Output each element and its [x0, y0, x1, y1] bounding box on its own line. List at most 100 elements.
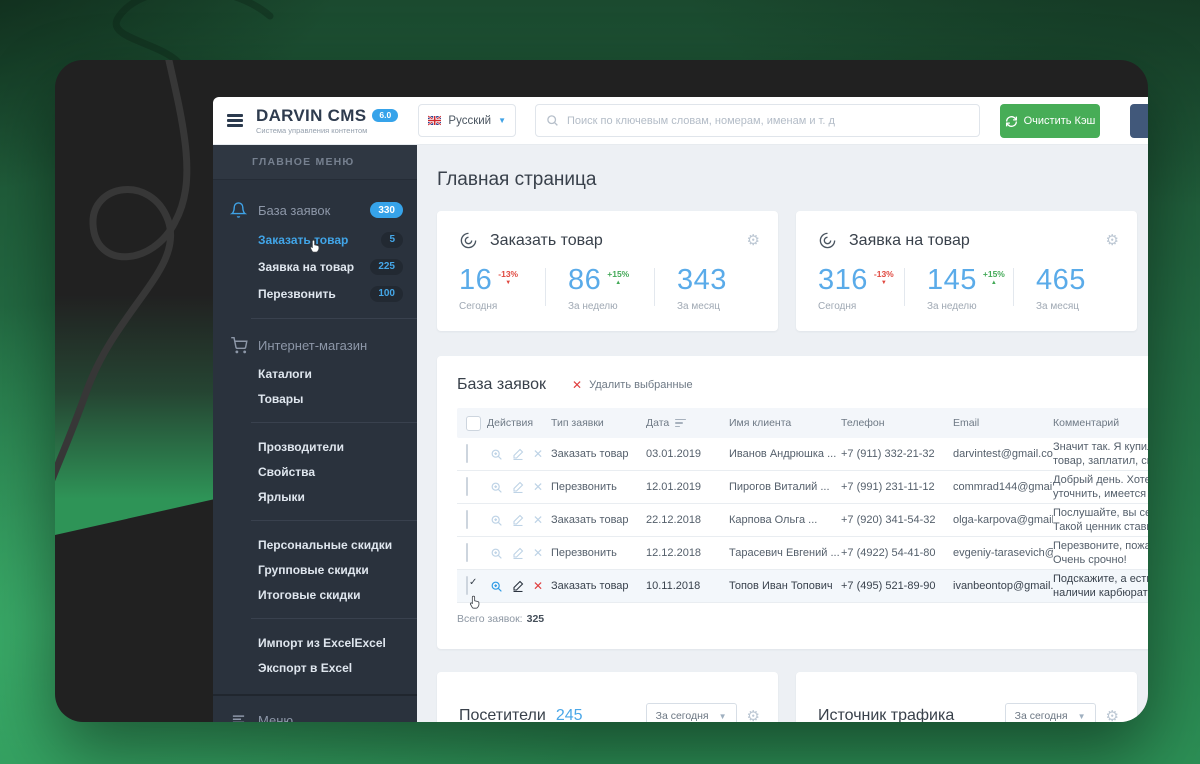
sidebar-item-requests-db[interactable]: База заявок 330	[213, 194, 417, 226]
table-row[interactable]: ✕ Перезвонить 12.12.2018 Тарасевич Евген…	[457, 537, 1148, 570]
row-checkbox[interactable]	[466, 477, 468, 496]
count-badge: 330	[370, 202, 403, 218]
stat-card-product-request: Заявка на товар ⚙ 316 -13%▼ Сегодня	[796, 211, 1137, 331]
sidebar-item-call-back[interactable]: Перезвонить 100	[213, 280, 417, 307]
delete-button[interactable]: ✕	[533, 514, 543, 526]
delta-down: -13%▼	[498, 269, 518, 286]
sidebar-item-total-discounts[interactable]: Итоговые скидки	[213, 582, 417, 607]
sidebar-item-properties[interactable]: Свойства	[213, 459, 417, 484]
search-icon	[546, 114, 559, 127]
arrow-down-icon: ▼	[881, 280, 887, 286]
requests-table-card: База заявок ✕ Удалить выбранные Действия…	[437, 356, 1148, 649]
logo-subtitle: Система управления контентом	[256, 127, 398, 135]
row-actions: ✕	[490, 547, 551, 560]
view-button[interactable]	[490, 547, 503, 560]
gear-icon[interactable]: ⚙	[747, 709, 760, 723]
stat-value: 86	[568, 266, 601, 295]
row-checkbox[interactable]	[466, 510, 468, 529]
view-button[interactable]	[490, 448, 503, 461]
view-button[interactable]	[490, 580, 503, 593]
sidebar-item-import-excel[interactable]: Импорт из ExcelExcel	[213, 630, 417, 655]
sidebar-item-group-discounts[interactable]: Групповые скидки	[213, 557, 417, 582]
delta-up: +15%▲	[607, 269, 629, 286]
sidebar-nav: База заявок 330 Заказать товар 5 Заявка …	[213, 180, 417, 722]
stat-label: Сегодня	[818, 301, 896, 312]
partial-header-button[interactable]	[1130, 104, 1148, 138]
row-actions: ✕	[490, 481, 551, 494]
sidebar-item-order-product[interactable]: Заказать товар 5	[213, 226, 417, 253]
edit-button[interactable]	[512, 547, 524, 559]
sidebar-item-menu[interactable]: Меню	[213, 706, 417, 722]
stat-label: За месяц	[677, 301, 755, 312]
stat-value: 145	[927, 266, 977, 295]
table-row-selected[interactable]: ✕ Заказать товар 10.11.2018 Топов Иван Т…	[457, 570, 1148, 603]
language-label: Русский	[448, 115, 491, 127]
delete-button[interactable]: ✕	[533, 547, 543, 559]
view-button[interactable]	[490, 481, 503, 494]
total-count: 325	[527, 613, 545, 625]
period-select[interactable]: За сегодня ▼	[646, 703, 737, 722]
sidebar-item-export-excel[interactable]: Экспорт в Excel	[213, 655, 417, 680]
edit-button[interactable]	[512, 514, 524, 526]
period-select[interactable]: За сегодня ▼	[1005, 703, 1096, 722]
delete-button[interactable]: ✕	[533, 481, 543, 493]
sidebar-item-online-shop[interactable]: Интернет-магазин	[213, 330, 417, 361]
sidebar-item-products[interactable]: Товары	[213, 386, 417, 411]
sidebar-item-personal-discounts[interactable]: Персональные скидки	[213, 532, 417, 557]
divider	[251, 618, 417, 619]
gear-icon[interactable]: ⚙	[1106, 233, 1119, 248]
menu-toggle-button[interactable]	[227, 112, 243, 130]
logo: DARVIN CMS 6.0 Система управления контен…	[256, 107, 398, 135]
search-input[interactable]	[567, 115, 969, 127]
page-title: Главная страница	[437, 169, 1148, 191]
sidebar-item-catalogs[interactable]: Каталоги	[213, 361, 417, 386]
chevron-down-icon: ▼	[719, 712, 727, 721]
row-actions: ✕	[490, 448, 551, 461]
delete-x-icon: ✕	[572, 378, 582, 392]
stat-value: 343	[677, 266, 727, 295]
delete-selected-button[interactable]: ✕ Удалить выбранные	[572, 378, 693, 392]
sort-icon[interactable]	[675, 419, 686, 428]
sidebar-item-label: Меню	[258, 713, 293, 722]
arrow-up-icon: ▲	[615, 280, 621, 286]
cms-application: DARVIN CMS 6.0 Система управления контен…	[213, 97, 1148, 722]
view-button[interactable]	[490, 514, 503, 527]
delete-button[interactable]: ✕	[533, 448, 543, 460]
table-row[interactable]: ✕ Заказать товар 03.01.2019 Иванов Андрю…	[457, 438, 1148, 471]
gear-icon[interactable]: ⚙	[747, 233, 760, 248]
gear-icon[interactable]: ⚙	[1106, 709, 1119, 723]
language-selector[interactable]: Русский ▼	[418, 104, 516, 137]
row-checkbox[interactable]	[466, 543, 468, 562]
sidebar-item-label: База заявок	[258, 203, 330, 218]
edit-button[interactable]	[512, 580, 524, 592]
row-checkbox-checked[interactable]	[466, 576, 468, 595]
edit-button[interactable]	[512, 481, 524, 493]
target-icon	[818, 231, 837, 250]
row-checkbox[interactable]	[466, 444, 468, 463]
menu-list-icon	[230, 713, 248, 722]
sidebar-item-manufacturers[interactable]: Прозводители	[213, 434, 417, 459]
sidebar-item-labels[interactable]: Ярлыки	[213, 484, 417, 509]
stat-card-title: Заказать товар	[490, 232, 603, 250]
clear-cache-button[interactable]: Очистить Кэш	[1000, 104, 1100, 138]
edit-button[interactable]	[512, 448, 524, 460]
column-header-date: Дата	[646, 417, 729, 429]
divider	[251, 422, 417, 423]
row-actions: ✕	[490, 580, 551, 593]
chevron-down-icon: ▼	[1078, 712, 1086, 721]
stat-value: 465	[1036, 266, 1086, 295]
logo-title: DARVIN CMS	[256, 107, 366, 124]
sidebar-item-product-request[interactable]: Заявка на товар 225	[213, 253, 417, 280]
column-header: Действия	[487, 417, 551, 429]
visitors-card: Посетители 245 За сегодня ▼ ⚙	[437, 672, 778, 722]
divider	[251, 520, 417, 521]
table-header-row: Действия Тип заявки Дата Имя клиента Тел…	[457, 408, 1148, 438]
traffic-source-card: Источник трафика За сегодня ▼ ⚙	[796, 672, 1137, 722]
table-row[interactable]: ✕ Заказать товар 22.12.2018 Карпова Ольг…	[457, 504, 1148, 537]
table-row[interactable]: ✕ Перезвонить 12.01.2019 Пирогов Виталий…	[457, 471, 1148, 504]
select-all-checkbox[interactable]	[466, 416, 481, 431]
visitors-count: 245	[556, 707, 583, 722]
delete-button[interactable]: ✕	[533, 580, 543, 592]
delta-down: -13%▼	[874, 269, 894, 286]
uk-flag-icon	[428, 115, 441, 126]
